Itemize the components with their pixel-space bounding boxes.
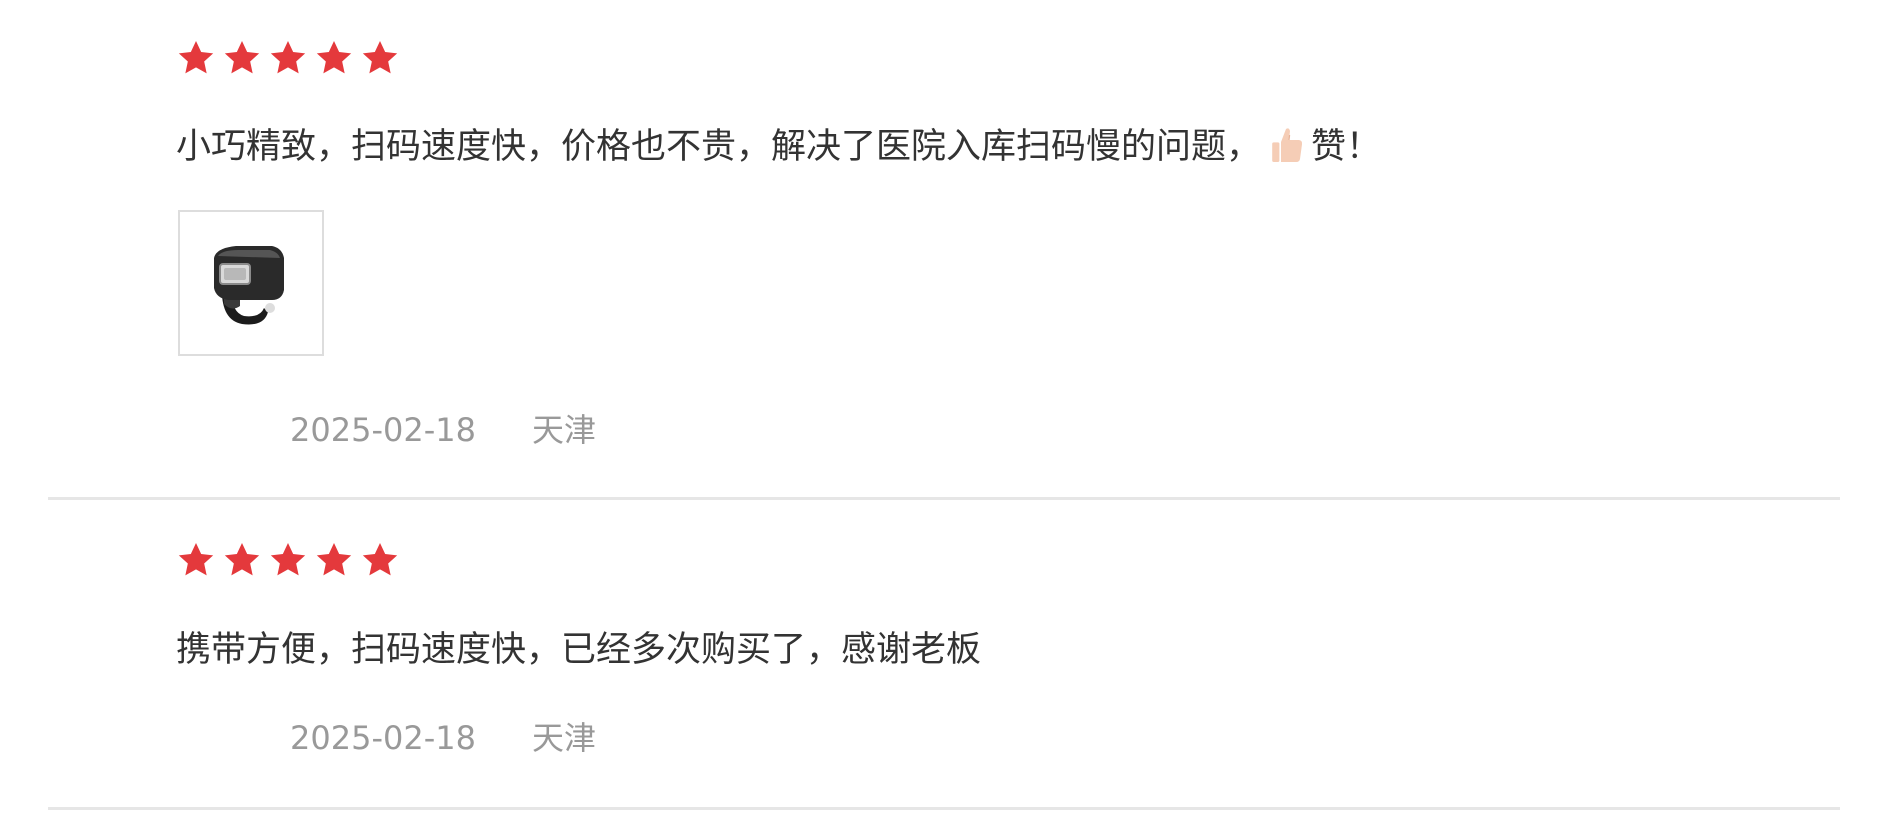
star-icon — [176, 38, 216, 78]
review-text-tail: 赞！ — [1311, 127, 1382, 167]
star-icon — [268, 540, 308, 580]
review-item: 携带方便，扫码速度快，已经多次购买了，感谢老板 2025-02-18 天津 — [48, 500, 1840, 810]
review-meta: 2025-02-18 天津 — [290, 718, 596, 758]
review-date: 2025-02-18 — [290, 411, 476, 449]
review-item: 小巧精致，扫码速度快，价格也不贵，解决了医院入库扫码慢的问题， 赞！ 2025-0… — [48, 0, 1840, 500]
star-icon — [360, 540, 400, 580]
star-icon — [222, 540, 262, 580]
review-date: 2025-02-18 — [290, 719, 476, 757]
review-meta: 2025-02-18 天津 — [290, 410, 596, 450]
review-location: 天津 — [531, 719, 596, 757]
star-rating — [176, 38, 400, 78]
star-rating — [176, 540, 400, 580]
star-icon — [222, 38, 262, 78]
star-icon — [176, 540, 216, 580]
star-icon — [268, 38, 308, 78]
review-photo-thumbnail[interactable] — [178, 210, 324, 356]
review-text-main: 小巧精致，扫码速度快，价格也不贵，解决了医院入库扫码慢的问题， — [176, 127, 1262, 167]
star-icon — [314, 38, 354, 78]
thumbs-up-icon — [1271, 126, 1303, 164]
star-icon — [360, 38, 400, 78]
review-location: 天津 — [531, 411, 596, 449]
review-text: 携带方便，扫码速度快，已经多次购买了，感谢老板 — [176, 630, 982, 670]
review-text: 小巧精致，扫码速度快，价格也不贵，解决了医院入库扫码慢的问题， 赞！ — [176, 125, 1381, 169]
ring-barcode-scanner-icon — [214, 246, 284, 325]
star-icon — [314, 540, 354, 580]
review-list: 小巧精致，扫码速度快，价格也不贵，解决了医院入库扫码慢的问题， 赞！ 2025-0… — [0, 0, 1888, 821]
